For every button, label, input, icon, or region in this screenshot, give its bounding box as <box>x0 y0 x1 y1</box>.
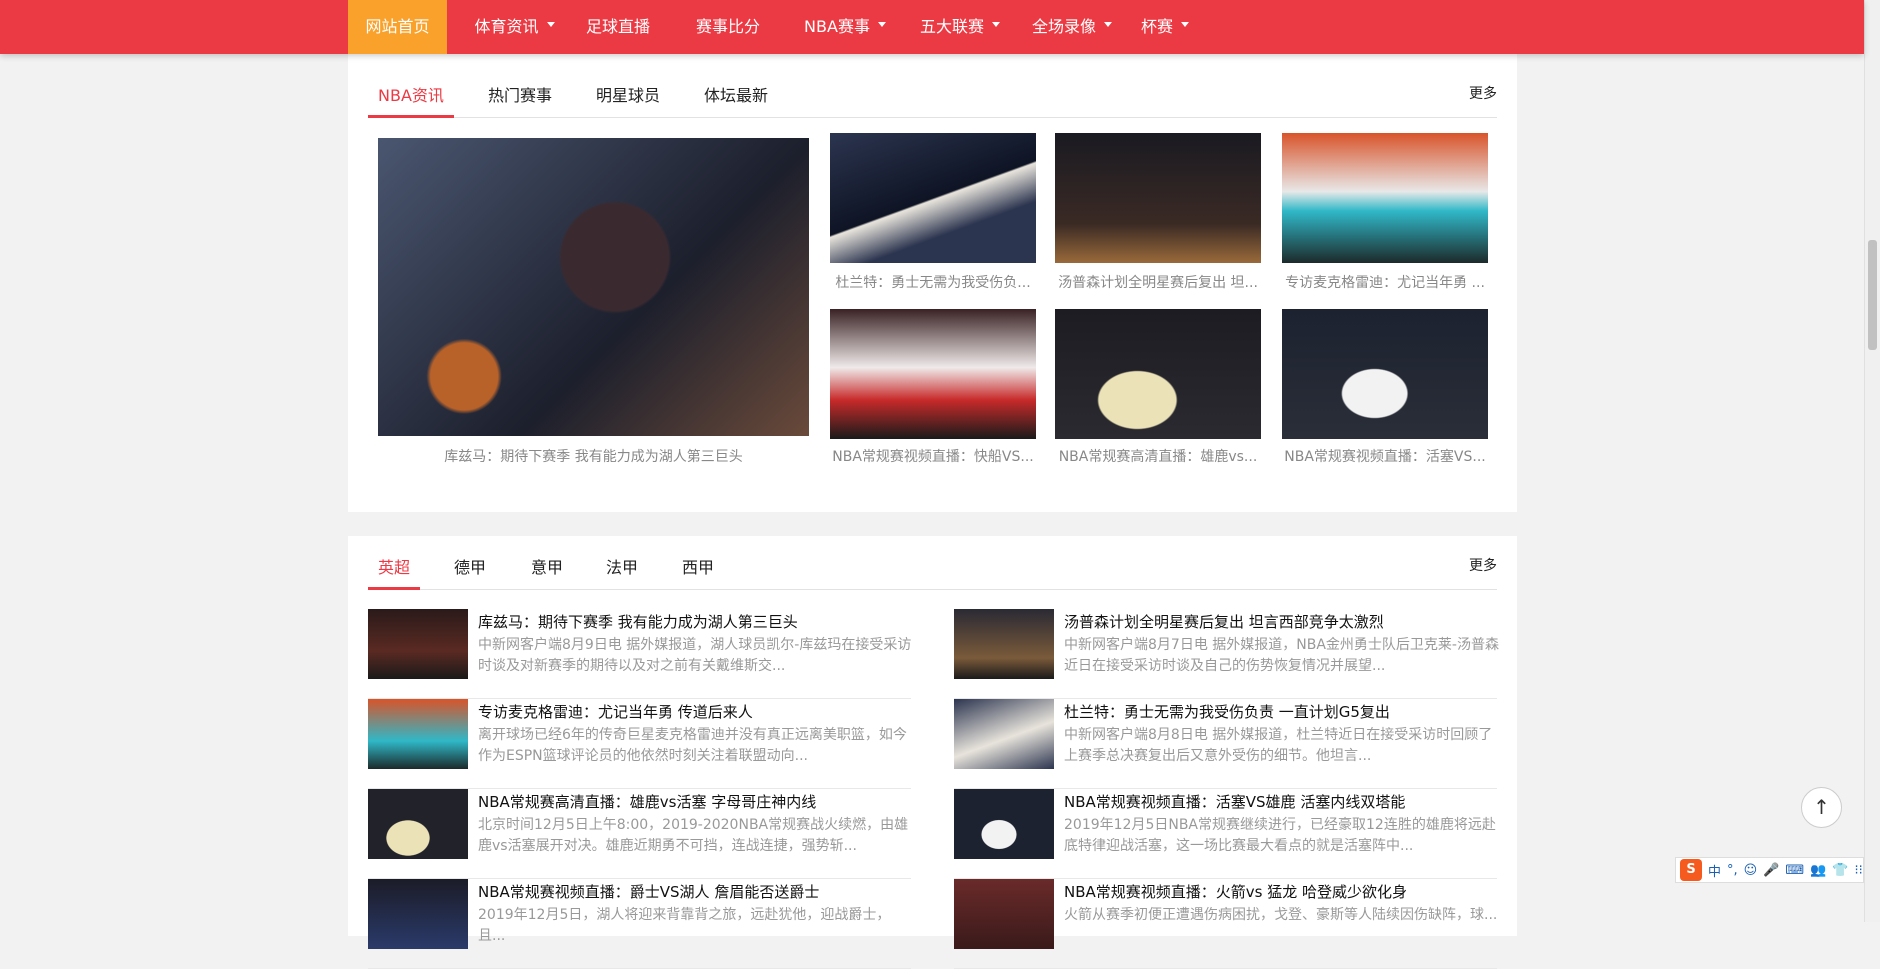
back-to-top-button[interactable]: ↑ <box>1801 787 1842 828</box>
article-title[interactable]: NBA常规赛高清直播：雄鹿vs活塞 字母哥庄神内线 <box>478 791 816 812</box>
article-thumbnail[interactable] <box>368 789 468 859</box>
article-thumbnail[interactable] <box>368 609 468 679</box>
tab-latest[interactable]: 体坛最新 <box>704 78 768 118</box>
ime-punctuation[interactable]: °, <box>1727 863 1738 878</box>
nav-sports-news[interactable]: 体育资讯 <box>463 0 566 54</box>
sogou-logo-icon: S <box>1680 859 1702 881</box>
grid-image[interactable] <box>1282 133 1488 263</box>
more-link[interactable]: 更多 <box>1469 550 1497 582</box>
scrollbar[interactable] <box>1864 0 1880 922</box>
article-desc: 2019年12月5日NBA常规赛继续进行，已经豪取12连胜的雄鹿将远赴底特律迎战… <box>1064 817 1496 854</box>
article-item[interactable]: NBA常规赛视频直播：火箭vs 猛龙 哈登威少欲化身火箭从赛季初便正遭遇伤病困扰… <box>954 879 1497 969</box>
nav-label: 赛事比分 <box>695 17 760 36</box>
article-title[interactable]: 专访麦克格雷迪：尤记当年勇 传道后来人 <box>478 701 753 722</box>
article-desc: 北京时间12月5日上午8:00，2019-2020NBA常规赛战火续燃，由雄鹿v… <box>478 817 909 854</box>
article-item[interactable]: 汤普森计划全明星赛后复出 坦言西部竞争太激烈中新网客户端8月7日电 据外媒报道，… <box>954 609 1499 699</box>
article-title[interactable]: 库兹马：期待下赛季 我有能力成为湖人第三巨头 <box>478 611 798 632</box>
article-item[interactable]: NBA常规赛视频直播：活塞VS雄鹿 活塞内线双塔能 2019年12月5日NBA常规… <box>954 789 1497 879</box>
article-title[interactable]: NBA常规赛视频直播：活塞VS雄鹿 活塞内线双塔能 <box>1064 791 1405 812</box>
football-panel: 英超 德甲 意甲 法甲 西甲 更多 库兹马：期待下赛季 我有能力成为湖人第三巨头… <box>348 536 1517 969</box>
article-thumbnail[interactable] <box>954 699 1054 769</box>
article-title[interactable]: NBA常规赛视频直播：爵士VS湖人 詹眉能否送爵士 <box>478 881 819 902</box>
user-icon[interactable]: 👥 <box>1810 863 1826 878</box>
keyboard-icon[interactable]: ⌨ <box>1785 863 1804 878</box>
article-item[interactable]: 专访麦克格雷迪：尤记当年勇 传道后来人离开球场已经6年的传奇巨星麦克格雷迪并没有… <box>368 699 911 789</box>
top-nav: 网站首页 体育资讯 足球直播 赛事比分 NBA赛事 五大联赛 全场录像 杯赛 <box>0 0 1864 54</box>
tab-ligue-1[interactable]: 法甲 <box>606 550 638 590</box>
nba-tabs: NBA资讯 热门赛事 明星球员 体坛最新 更多 <box>368 78 1497 118</box>
nav-label: 体育资讯 <box>474 17 539 36</box>
article-desc: 2019年12月5日，湖人将迎来背靠背之旅，远赴犹他，迎战爵士，且... <box>478 907 891 944</box>
article-title[interactable]: 杜兰特：勇士无需为我受伤负责 一直计划G5复出 <box>1064 701 1390 722</box>
tab-nba-news[interactable]: NBA资讯 <box>368 78 454 118</box>
nav-label: 全场录像 <box>1031 17 1096 36</box>
article-desc: 中新网客户端8月7日电 据外媒报道，NBA金州勇士队后卫克莱-汤普森近日在接受采… <box>1064 637 1499 674</box>
grid-caption[interactable]: NBA常规赛高清直播：雄鹿vs... <box>1055 446 1261 466</box>
tab-serie-a[interactable]: 意甲 <box>531 550 563 590</box>
more-link[interactable]: 更多 <box>1469 78 1497 110</box>
grid-image[interactable] <box>1055 309 1261 439</box>
article-desc: 中新网客户端8月9日电 据外媒报道，湖人球员凯尔-库兹玛在接受采访时谈及对新赛季… <box>478 637 912 674</box>
skin-icon[interactable]: 👕 <box>1832 863 1848 878</box>
nav-label: 五大联赛 <box>919 17 984 36</box>
grid-caption[interactable]: 专访麦克格雷迪：尤记当年勇 ... <box>1282 272 1488 292</box>
nav-nba[interactable]: NBA赛事 <box>795 0 895 54</box>
tab-hot-events[interactable]: 热门赛事 <box>488 78 552 118</box>
grid-image[interactable] <box>830 133 1036 263</box>
nav-football-live[interactable]: 足球直播 <box>578 0 658 54</box>
ime-chinese-mode[interactable]: 中 <box>1708 861 1721 880</box>
grid-caption[interactable]: 汤普森计划全明星赛后复出 坦... <box>1055 272 1261 292</box>
nav-label: 足球直播 <box>585 17 650 36</box>
nav-five-leagues[interactable]: 五大联赛 <box>910 0 1010 54</box>
grid-caption[interactable]: NBA常规赛视频直播：快船VS... <box>830 446 1036 466</box>
nav-home[interactable]: 网站首页 <box>348 0 447 54</box>
league-tabs: 英超 德甲 意甲 法甲 西甲 更多 <box>368 550 1497 590</box>
article-item[interactable]: 库兹马：期待下赛季 我有能力成为湖人第三巨头中新网客户端8月9日电 据外媒报道，… <box>368 609 911 699</box>
tab-premier-league[interactable]: 英超 <box>368 550 421 590</box>
grid-caption[interactable]: NBA常规赛视频直播：活塞VS... <box>1282 446 1488 466</box>
article-title[interactable]: NBA常规赛视频直播：火箭vs 猛龙 哈登威少欲化身 <box>1064 881 1407 902</box>
nav-label: 杯赛 <box>1140 17 1173 36</box>
caret-down-icon <box>877 22 886 27</box>
ime-toolbar[interactable]: S 中 °, ☺ 🎤 ⌨ 👥 👕 ⁝⁝ <box>1675 857 1864 883</box>
article-desc: 火箭从赛季初便正遭遇伤病困扰，戈登、豪斯等人陆续因伤缺阵，球... <box>1064 907 1498 923</box>
article-item[interactable]: 杜兰特：勇士无需为我受伤负责 一直计划G5复出中新网客户端8月8日电 据外媒报道… <box>954 699 1497 789</box>
tab-star-players[interactable]: 明星球员 <box>596 78 660 118</box>
caret-down-icon <box>992 22 1000 27</box>
article-thumbnail[interactable] <box>368 879 468 949</box>
microphone-icon[interactable]: 🎤 <box>1763 863 1779 878</box>
grid-image[interactable] <box>830 309 1036 439</box>
nav-cups[interactable]: 杯赛 <box>1130 0 1200 54</box>
nav-scores[interactable]: 赛事比分 <box>686 0 770 54</box>
article-desc: 中新网客户端8月8日电 据外媒报道，杜兰特近日在接受采访时回顾了上赛季总决赛复出… <box>1064 727 1493 764</box>
featured-image[interactable] <box>378 138 809 436</box>
menu-grid-icon[interactable]: ⁝⁝ <box>1855 863 1863 878</box>
caret-down-icon <box>546 22 555 27</box>
article-thumbnail[interactable] <box>954 789 1054 859</box>
article-thumbnail[interactable] <box>954 879 1054 949</box>
nav-label: 网站首页 <box>365 17 430 36</box>
nav-replays[interactable]: 全场录像 <box>1022 0 1122 54</box>
grid-caption[interactable]: 杜兰特：勇士无需为我受伤负... <box>830 272 1036 292</box>
caret-down-icon <box>1104 22 1112 27</box>
grid-image[interactable] <box>1282 309 1488 439</box>
tab-la-liga[interactable]: 西甲 <box>682 550 714 590</box>
article-desc: 离开球场已经6年的传奇巨星麦克格雷迪并没有真正远离美职篮，如今作为ESPN篮球评… <box>478 727 907 764</box>
article-title[interactable]: 汤普森计划全明星赛后复出 坦言西部竞争太激烈 <box>1064 611 1384 632</box>
grid-image[interactable] <box>1055 133 1261 263</box>
tab-bundesliga[interactable]: 德甲 <box>454 550 486 590</box>
article-thumbnail[interactable] <box>368 699 468 769</box>
featured-caption[interactable]: 库兹马：期待下赛季 我有能力成为湖人第三巨头 <box>378 446 809 466</box>
article-thumbnail[interactable] <box>954 609 1054 679</box>
caret-down-icon <box>1181 22 1189 27</box>
scrollbar-thumb[interactable] <box>1868 240 1877 350</box>
emoji-icon[interactable]: ☺ <box>1744 863 1758 878</box>
article-item[interactable]: NBA常规赛视频直播：爵士VS湖人 詹眉能否送爵士 2019年12月5日，湖人将迎… <box>368 879 911 969</box>
article-item[interactable]: NBA常规赛高清直播：雄鹿vs活塞 字母哥庄神内线北京时间12月5日上午8:00… <box>368 789 911 879</box>
nav-label: NBA赛事 <box>804 17 870 36</box>
nba-panel: NBA资讯 热门赛事 明星球员 体坛最新 更多 库兹马：期待下赛季 我有能力成为… <box>348 54 1517 512</box>
